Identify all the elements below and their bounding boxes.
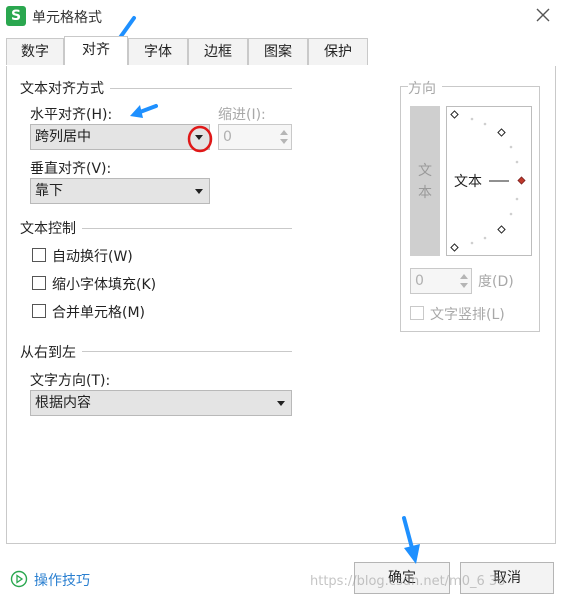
app-logo-icon: S — [6, 6, 26, 26]
spin-up-icon[interactable] — [460, 274, 468, 279]
vertical-stack-label: 文字竖排(L) — [430, 307, 505, 323]
orientation-group-label: 方向 — [408, 78, 442, 98]
close-icon[interactable] — [532, 4, 554, 26]
play-circle-icon[interactable] — [10, 570, 28, 588]
annotation-arrow — [130, 104, 158, 118]
vertical-text-label: 文本 — [418, 163, 432, 201]
rtl-group-label: 从右到左 — [20, 342, 82, 362]
tips-link[interactable]: 操作技巧 — [34, 570, 90, 590]
indent-value: 0 — [223, 129, 232, 145]
text-alignment-group-label: 文本对齐方式 — [20, 78, 110, 98]
shrink-to-fit-label[interactable]: 缩小字体填充(K) — [52, 274, 156, 294]
merge-cells-checkbox[interactable] — [32, 304, 46, 318]
tab-strip: 数字 对齐 字体 边框 图案 保护 — [6, 36, 556, 67]
spin-up-icon[interactable] — [280, 130, 288, 135]
indent-label: 缩进(I): — [218, 107, 266, 123]
shrink-to-fit-checkbox[interactable] — [32, 276, 46, 290]
spin-down-icon[interactable] — [280, 139, 288, 144]
vertical-align-select[interactable]: 靠下 — [30, 178, 210, 204]
vertical-stack-checkbox[interactable] — [410, 306, 424, 320]
text-control-group-label: 文本控制 — [20, 218, 82, 238]
horizontal-align-value: 跨列居中 — [35, 129, 91, 145]
tab-border[interactable]: 边框 — [188, 38, 248, 65]
watermark: https://blog.csdn.net/m0_6 36 — [310, 574, 506, 589]
degree-label: 度(D) — [478, 274, 514, 290]
tab-alignment[interactable]: 对齐 — [64, 36, 128, 65]
merge-cells-label[interactable]: 合并单元格(M) — [52, 302, 145, 322]
title-bar: S 单元格格式 — [0, 0, 562, 34]
vertical-align-value: 靠下 — [35, 183, 63, 199]
text-direction-label: 文字方向(T): — [30, 373, 111, 389]
degree-value: 0 — [415, 273, 424, 289]
chevron-down-icon[interactable] — [195, 189, 203, 194]
horizontal-align-select[interactable]: 跨列居中 — [30, 124, 210, 150]
wrap-text-label[interactable]: 自动换行(W) — [52, 246, 133, 266]
tab-number[interactable]: 数字 — [6, 38, 64, 65]
highlight-circle — [187, 125, 213, 153]
dial-text-label: 文本 — [454, 174, 482, 190]
wrap-text-checkbox[interactable] — [32, 248, 46, 262]
horizontal-align-label: 水平对齐(H): — [30, 107, 113, 123]
window-title: 单元格格式 — [32, 10, 102, 26]
indent-spinner[interactable]: 0 — [218, 124, 292, 150]
spin-down-icon[interactable] — [460, 283, 468, 288]
vertical-text-button[interactable]: 文本 — [410, 106, 440, 256]
text-direction-value: 根据内容 — [35, 395, 91, 411]
text-direction-select[interactable]: 根据内容 — [30, 390, 292, 416]
chevron-down-icon[interactable] — [277, 401, 285, 406]
orientation-dial[interactable]: 文本 — [446, 106, 532, 256]
tab-pattern[interactable]: 图案 — [248, 38, 308, 65]
vertical-align-label: 垂直对齐(V): — [30, 161, 112, 177]
tab-protection[interactable]: 保护 — [308, 38, 368, 65]
annotation-arrow — [402, 516, 420, 564]
degree-spinner[interactable]: 0 — [410, 268, 472, 294]
